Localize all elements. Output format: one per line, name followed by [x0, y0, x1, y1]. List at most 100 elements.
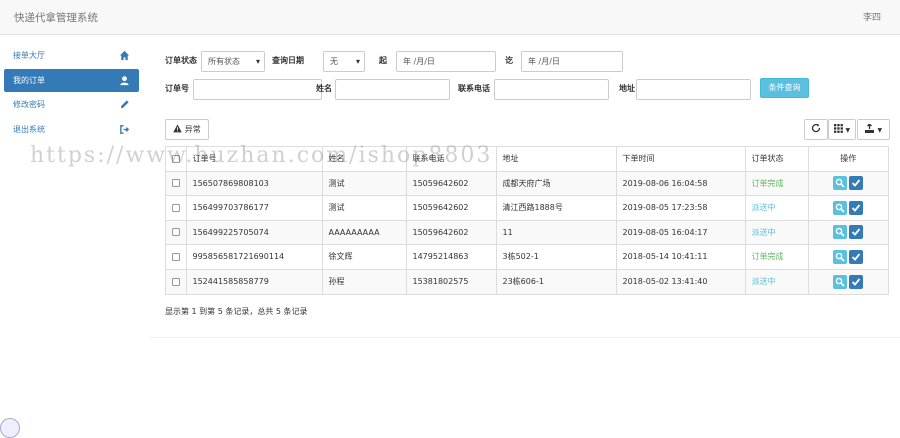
- search-button[interactable]: 条件查询: [760, 78, 809, 98]
- confirm-button[interactable]: [849, 225, 864, 240]
- columns-toggle-button[interactable]: ▼: [828, 119, 856, 140]
- row-checkbox[interactable]: [171, 228, 180, 237]
- view-button[interactable]: [833, 225, 848, 240]
- column-header[interactable]: 订单号: [186, 147, 323, 172]
- floating-widget[interactable]: [0, 418, 20, 438]
- status-cell: 派送中: [745, 195, 809, 220]
- row-select-cell[interactable]: [166, 268, 187, 294]
- column-header[interactable]: 姓名: [322, 147, 407, 172]
- filter-form: 订单状态 所有状态 查询日期 无 起 年 /月/日 讫 年 /月/日 订单号 姓…: [165, 50, 900, 106]
- app-title: 快递代拿管理系统: [14, 12, 98, 24]
- orders-table: 订单号 姓名 联系电话 地址 下单时间 订单状态 操作 156507869808…: [165, 146, 889, 295]
- order-no-input[interactable]: [193, 79, 322, 100]
- view-button[interactable]: [833, 176, 848, 191]
- row-checkbox[interactable]: [171, 203, 180, 212]
- row-select-cell[interactable]: [166, 244, 187, 269]
- address-input[interactable]: [636, 79, 751, 100]
- order-time-cell: 2019-08-05 16:04:17: [616, 219, 746, 245]
- sidebar-item-my-orders[interactable]: 我的订单: [4, 68, 139, 92]
- sidebar-item-label: 退出系统: [13, 124, 45, 134]
- name-cell: AAAAAAAAA: [322, 219, 407, 245]
- phone-label: 联系电话: [458, 84, 490, 93]
- name-cell: 徐文辉: [322, 244, 407, 269]
- table-row[interactable]: 156507869808103 测试 15059642602 成都天府广场 2019-0…: [166, 170, 888, 196]
- status-cell: 派送中: [745, 219, 809, 245]
- from-date-input[interactable]: 年 /月/日: [396, 51, 496, 72]
- row-checkbox[interactable]: [171, 179, 180, 188]
- search-icon: [835, 252, 845, 262]
- current-user[interactable]: 李四: [863, 10, 881, 23]
- order-no-cell: 995856581721690114: [186, 244, 323, 269]
- row-select-cell[interactable]: [166, 195, 187, 220]
- table-row[interactable]: 995856581721690114 徐文辉 14795214863 3栋502-1 2…: [166, 244, 888, 269]
- filter-row-2: 订单号 姓名 联系电话 地址 条件查询: [165, 78, 900, 100]
- to-date-input[interactable]: 年 /月/日: [521, 51, 623, 72]
- view-button[interactable]: [833, 249, 848, 264]
- from-date-placeholder: 年 /月/日: [403, 57, 435, 66]
- order-time-cell: 2018-05-14 10:41:11: [616, 244, 746, 269]
- actions-cell: [808, 268, 888, 294]
- phone-input[interactable]: [494, 79, 609, 100]
- exception-button[interactable]: 异常: [165, 119, 209, 140]
- order-no-cell: 156499703786177: [186, 195, 323, 220]
- row-checkbox[interactable]: [171, 252, 180, 261]
- sidebar-item-change-password[interactable]: 修改密码: [4, 93, 139, 117]
- pagination-info: 显示第 1 到第 5 条记录，总共 5 条记录: [165, 307, 308, 316]
- select-all-header[interactable]: [166, 147, 187, 172]
- table-row[interactable]: 156499703786177 测试 15059642602 清江西路1888号 201…: [166, 195, 888, 220]
- table-row[interactable]: 152441585858779 孙程 15381802575 23栋606-1 2018…: [166, 268, 888, 294]
- column-header[interactable]: 下单时间: [616, 147, 746, 172]
- date-select[interactable]: 无: [323, 51, 365, 72]
- row-select-cell[interactable]: [166, 219, 187, 245]
- view-button[interactable]: [833, 274, 848, 289]
- search-icon: [835, 277, 845, 287]
- table-toolbar: 异常 ▼ ▼: [165, 119, 890, 141]
- column-header[interactable]: 地址: [496, 147, 617, 172]
- table-row[interactable]: 156499225705074 AAAAAAAAA 15059642602 11 201…: [166, 219, 888, 245]
- phone-cell: 15059642602: [406, 195, 497, 220]
- name-cell: 测试: [322, 195, 407, 220]
- status-label: 订单状态: [165, 56, 197, 65]
- column-header[interactable]: 订单状态: [745, 147, 809, 172]
- status-cell: 订单完成: [745, 170, 809, 196]
- select-all-checkbox[interactable]: [171, 154, 180, 163]
- export-button[interactable]: ▼: [857, 119, 890, 140]
- refresh-button[interactable]: [804, 119, 828, 140]
- sidebar: 接单大厅 我的订单 修改密码 退出系统: [4, 44, 139, 142]
- name-input[interactable]: [335, 79, 450, 100]
- check-icon: [852, 179, 861, 188]
- date-label: 查询日期: [272, 56, 304, 65]
- confirm-button[interactable]: [849, 200, 864, 215]
- order-no-cell: 156507869808103: [186, 170, 323, 196]
- actions-cell: [808, 195, 888, 220]
- home-icon: [119, 50, 130, 61]
- address-cell: 11: [496, 219, 617, 245]
- confirm-button[interactable]: [849, 249, 864, 264]
- status-select[interactable]: 所有状态: [201, 51, 265, 72]
- row-select-cell[interactable]: [166, 170, 187, 196]
- confirm-button[interactable]: [849, 176, 864, 191]
- confirm-button[interactable]: [849, 274, 864, 289]
- pencil-icon: [120, 100, 129, 109]
- top-navbar: 快递代拿管理系统 李四: [0, 0, 900, 35]
- sidebar-item-logout[interactable]: 退出系统: [4, 118, 139, 142]
- address-label: 地址: [619, 84, 635, 93]
- phone-cell: 14795214863: [406, 244, 497, 269]
- search-icon: [835, 203, 845, 213]
- view-button[interactable]: [833, 200, 848, 215]
- caret-down-icon: ▼: [845, 127, 851, 134]
- order-no-cell: 152441585858779: [186, 268, 323, 294]
- status-cell: 派送中: [745, 268, 809, 294]
- check-icon: [852, 228, 861, 237]
- actions-cell: [808, 244, 888, 269]
- column-header[interactable]: 联系电话: [406, 147, 497, 172]
- order-time-cell: 2019-08-06 16:04:58: [616, 170, 746, 196]
- check-icon: [852, 204, 861, 212]
- logout-icon: [120, 124, 130, 134]
- from-label: 起: [379, 56, 387, 65]
- status-cell: 订单完成: [745, 244, 809, 269]
- row-checkbox[interactable]: [171, 277, 180, 286]
- exception-button-label: 异常: [184, 125, 201, 134]
- check-icon: [852, 277, 861, 286]
- sidebar-item-order-hall[interactable]: 接单大厅: [4, 44, 139, 68]
